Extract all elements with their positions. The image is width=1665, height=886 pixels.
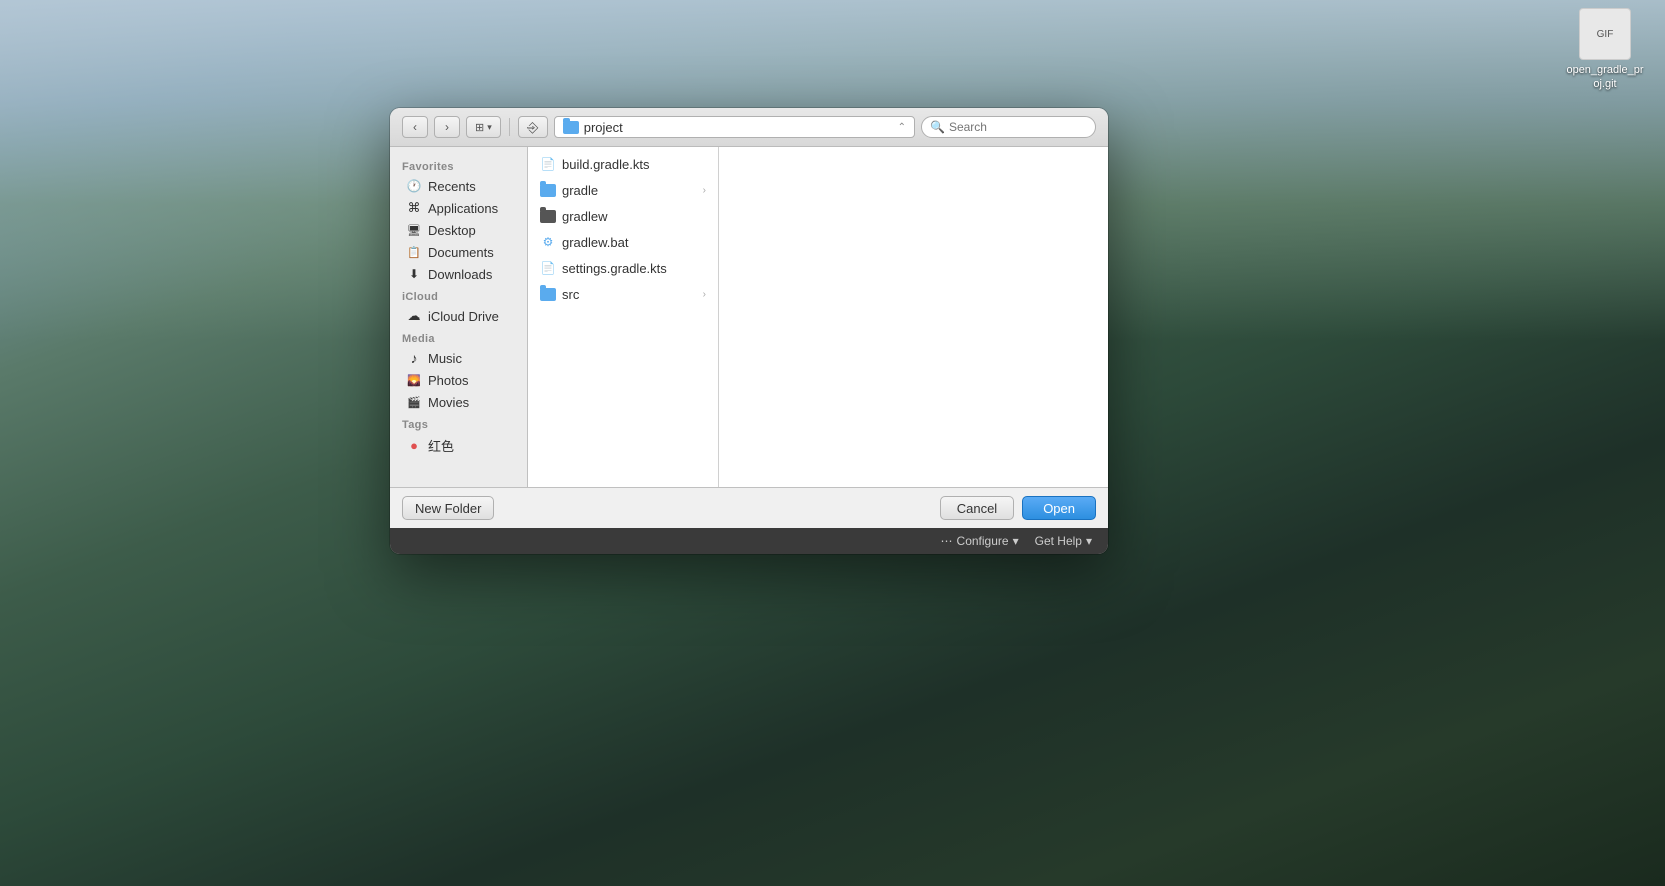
favorites-label: Favorites <box>390 155 527 175</box>
search-icon: 🔍 <box>930 120 945 134</box>
sidebar-item-downloads[interactable]: Downloads <box>394 263 523 285</box>
configure-chevron-icon: ▾ <box>1013 534 1019 548</box>
sidebar-item-movies[interactable]: Movies <box>394 391 523 413</box>
configure-button[interactable]: ⋯ Configure ▾ <box>941 534 1019 548</box>
sidebar-item-recents[interactable]: Recents <box>394 175 523 197</box>
dialog-toolbar: ‹ › ⊞ ▾ ⎆ project ⌃ 🔍 <box>390 108 1108 147</box>
location-bar[interactable]: project ⌃ <box>554 116 915 138</box>
content-area: Favorites Recents Applications Desktop D… <box>390 147 1108 487</box>
desktop-icon-image: GIF <box>1579 8 1631 60</box>
get-help-button[interactable]: Get Help ▾ <box>1035 534 1092 548</box>
photos-icon <box>406 372 422 388</box>
desktop-icon-label: open_gradle_proj.git <box>1565 63 1645 92</box>
get-help-chevron-icon: ▾ <box>1086 534 1092 548</box>
media-label: Media <box>390 327 527 347</box>
bottom-bar: New Folder Cancel Open <box>390 487 1108 528</box>
icloud-label: iCloud <box>390 285 527 305</box>
file-item-settings-gradle-kts[interactable]: settings.gradle.kts <box>528 255 718 281</box>
tag-red-icon <box>406 438 422 454</box>
view-grid-icon: ⊞ <box>475 121 484 134</box>
location-folder-icon <box>563 121 579 134</box>
bottom-actions: Cancel Open <box>940 496 1096 520</box>
cancel-button[interactable]: Cancel <box>940 496 1014 520</box>
location-chevron-icon: ⌃ <box>898 122 906 133</box>
file-item-build-gradle-kts[interactable]: build.gradle.kts <box>528 151 718 177</box>
downloads-icon <box>406 266 422 282</box>
sidebar-item-applications[interactable]: Applications <box>394 197 523 219</box>
sidebar-item-documents[interactable]: Documents <box>394 241 523 263</box>
music-icon <box>406 350 422 366</box>
file-item-gradlew[interactable]: gradlew <box>528 203 718 229</box>
file-open-dialog: ‹ › ⊞ ▾ ⎆ project ⌃ 🔍 Favorites <box>390 108 1108 554</box>
sidebar-item-music[interactable]: Music <box>394 347 523 369</box>
preview-pane <box>718 147 1108 487</box>
tags-label: Tags <box>390 413 527 433</box>
sidebar-item-desktop[interactable]: Desktop <box>394 219 523 241</box>
file-doc-icon-2 <box>540 260 556 276</box>
back-button[interactable]: ‹ <box>402 116 428 138</box>
documents-icon <box>406 244 422 260</box>
chevron-right-icon: › <box>703 185 706 196</box>
search-bar[interactable]: 🔍 <box>921 116 1096 138</box>
file-item-gradle[interactable]: gradle › <box>528 177 718 203</box>
folder-dark-icon <box>540 210 556 223</box>
file-item-gradlew-bat[interactable]: ⚙ gradlew.bat <box>528 229 718 255</box>
movies-icon <box>406 394 422 410</box>
toolbar-divider <box>509 118 510 136</box>
file-item-src[interactable]: src › <box>528 281 718 307</box>
sidebar-item-icloud-drive[interactable]: iCloud Drive <box>394 305 523 327</box>
file-list: build.gradle.kts gradle › gradlew ⚙ grad… <box>528 147 718 487</box>
folder-blue-icon <box>540 184 556 197</box>
icloud-icon <box>406 308 422 324</box>
action-button[interactable]: ⎆ <box>518 116 548 138</box>
action-icon: ⎆ <box>527 119 538 136</box>
forward-button[interactable]: › <box>434 116 460 138</box>
desktop-icon-sidebar <box>406 222 422 238</box>
view-chevron-icon: ▾ <box>487 122 492 133</box>
configure-bar: ⋯ Configure ▾ Get Help ▾ <box>390 528 1108 554</box>
applications-icon <box>406 200 422 216</box>
sidebar: Favorites Recents Applications Desktop D… <box>390 147 528 487</box>
configure-dots-icon: ⋯ <box>941 534 953 548</box>
sidebar-item-tag-red[interactable]: 红色 <box>394 433 523 458</box>
search-input[interactable] <box>949 120 1087 134</box>
folder-blue-icon-src <box>540 288 556 301</box>
sidebar-item-photos[interactable]: Photos <box>394 369 523 391</box>
file-bat-icon: ⚙ <box>540 234 556 250</box>
file-doc-icon <box>540 156 556 172</box>
open-button[interactable]: Open <box>1022 496 1096 520</box>
recents-icon <box>406 178 422 194</box>
new-folder-button[interactable]: New Folder <box>402 496 494 520</box>
view-mode-button[interactable]: ⊞ ▾ <box>466 116 501 138</box>
chevron-right-icon-src: › <box>703 289 706 300</box>
desktop-icon[interactable]: GIF open_gradle_proj.git <box>1565 8 1645 92</box>
